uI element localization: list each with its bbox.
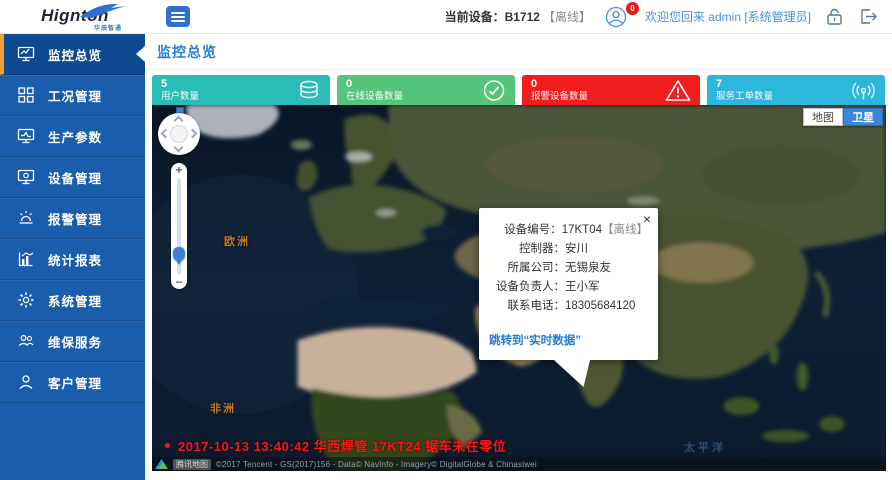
card-online-devices[interactable]: 0 在线设备数量 [337, 75, 515, 108]
lock-screen-button[interactable] [825, 7, 844, 26]
alert-bullet-icon [165, 443, 170, 448]
layer-button-satellite[interactable]: 卫星 [843, 108, 883, 126]
layer-button-map[interactable]: 地图 [803, 108, 843, 126]
sidebar-item-alarm-mgmt[interactable]: 报警管理 [0, 198, 145, 239]
warning-triangle-icon [665, 79, 691, 105]
menu-toggle-button[interactable] [166, 6, 190, 27]
alert-text: 2017-10-13 13:40:42 华西焊管 17KT24 锯车未在零位 [178, 436, 506, 455]
logout-icon [858, 7, 878, 26]
close-icon[interactable]: × [643, 212, 651, 226]
sidebar-item-device-mgmt[interactable]: 设备管理 [0, 157, 145, 198]
popup-row-phone: 联系电话： 18305684120 [489, 297, 648, 316]
signal-broadcast-icon [851, 78, 876, 105]
device-monitor-icon [16, 167, 36, 187]
popup-row-owner: 设备负责人： 王小军 [489, 278, 648, 297]
map-label-europe: 欧洲 [224, 233, 250, 249]
current-device-label: 当前设备：B1712【离线】 [445, 8, 591, 25]
zoom-out-button[interactable]: − [175, 275, 182, 289]
user-messages-button[interactable]: 0 [605, 6, 631, 28]
top-header: Hignton 华辰智通 当前设备：B1712【离线】 0 欢迎您回来 admi… [0, 0, 892, 34]
tencent-logo-icon [155, 459, 168, 469]
popup-row-company: 所属公司： 无锡泉友 [489, 259, 648, 278]
zoom-track[interactable] [177, 178, 181, 274]
tencent-map-label: 腾讯地图 [173, 459, 211, 470]
device-status: 【离线】 [543, 10, 591, 24]
popup-row-device-id: 设备编号： 17KT04 【离线】 [489, 221, 648, 240]
gear-icon [16, 290, 36, 310]
sidebar-item-customer-mgmt[interactable]: 客户管理 [0, 362, 145, 403]
zoom-thumb[interactable] [173, 247, 185, 261]
app-logo: Hignton 华辰智通 [0, 2, 150, 32]
message-count-badge: 0 [626, 2, 639, 15]
user-icon [605, 6, 627, 28]
map-zoom-slider[interactable]: + − [171, 163, 187, 289]
logo-subtext: 华辰智通 [94, 23, 122, 32]
popup-row-controller: 控制器： 安川 [489, 240, 648, 259]
chart-icon [16, 249, 36, 269]
card-alarm-devices[interactable]: 0 报警设备数量 [522, 75, 700, 108]
map-label-pacific: 太平洋 [684, 439, 726, 455]
pan-up-icon[interactable] [174, 116, 184, 126]
sidebar-item-system-mgmt[interactable]: 系统管理 [0, 280, 145, 321]
sidebar-item-statistics[interactable]: 统计报表 [0, 239, 145, 280]
pan-down-icon[interactable] [174, 143, 184, 153]
card-work-orders[interactable]: 7 服务工单数量 [707, 75, 885, 108]
alarm-ticker: 2017-10-13 13:40:42 华西焊管 17KT24 锯车未在零位 [165, 436, 506, 455]
zoom-in-button[interactable]: + [175, 163, 182, 177]
production-monitor-icon [16, 126, 36, 146]
alarm-icon [16, 208, 36, 228]
main-content: 监控总览 5 用户数量 0 在线设备数量 0 报警设备数量 7 服务工单数量 [145, 34, 892, 480]
pan-left-icon[interactable] [161, 129, 171, 139]
person-icon [16, 372, 36, 392]
attribution-text: ©2017 Tencent - GS(2017)156 - Data© NavI… [216, 460, 537, 469]
logo-swoosh-icon [78, 1, 130, 19]
popup-tail [554, 360, 590, 387]
map-label-africa: 非洲 [210, 400, 236, 416]
sidebar-item-condition-mgmt[interactable]: 工况管理 [0, 75, 145, 116]
lock-icon [825, 7, 844, 26]
grid-icon [16, 85, 36, 105]
map-pan-control[interactable] [158, 113, 200, 155]
people-icon [16, 331, 36, 351]
database-icon [297, 79, 321, 104]
logout-button[interactable] [858, 7, 878, 26]
realtime-data-link[interactable]: 跳转到“实时数据” [489, 332, 648, 348]
map-attribution: 腾讯地图 ©2017 Tencent - GS(2017)156 - Data©… [152, 457, 886, 471]
welcome-text: 欢迎您回来 admin [系统管理员] [645, 8, 811, 25]
map-layer-switch: 地图 卫星 [803, 108, 883, 126]
monitor-overview-icon [16, 44, 36, 64]
check-circle-icon [482, 78, 506, 105]
map-locate-button[interactable] [176, 107, 184, 113]
device-info-popup: × 设备编号： 17KT04 【离线】 控制器： 安川 所属公司： 无锡泉友 设… [479, 208, 658, 360]
sidebar-item-maintenance[interactable]: 维保服务 [0, 321, 145, 362]
sidebar-item-monitor-overview[interactable]: 监控总览 [0, 34, 145, 75]
pan-right-icon[interactable] [188, 129, 198, 139]
sidebar-item-production-params[interactable]: 生产参数 [0, 116, 145, 157]
card-user-count[interactable]: 5 用户数量 [152, 75, 330, 108]
page-title: 监控总览 [145, 34, 892, 70]
sidebar-nav: 监控总览 工况管理 生产参数 设备管理 报警管理 统计报表 系统管理 [0, 34, 145, 480]
world-map[interactable]: 欧洲 非洲 中 国 太平洋 + − 地图 卫星 × 设备编号： [152, 105, 886, 471]
